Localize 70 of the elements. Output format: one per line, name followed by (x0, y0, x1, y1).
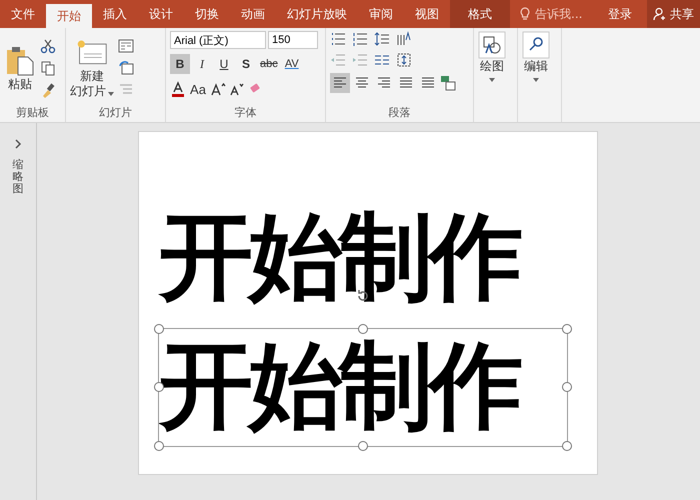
search-icon (522, 31, 550, 59)
bullets-icon[interactable] (330, 31, 346, 47)
resize-handle[interactable] (562, 382, 572, 392)
share-button[interactable]: 共享 (647, 0, 700, 28)
caret-icon (108, 92, 114, 96)
ribbon-tab[interactable]: 格式 (450, 0, 510, 28)
format-button[interactable]: S (236, 54, 256, 74)
resize-handle[interactable] (358, 440, 368, 451)
person-add-icon (653, 7, 667, 21)
layout-icon[interactable] (118, 38, 134, 54)
caret-icon (533, 78, 539, 82)
resize-handle[interactable] (154, 440, 164, 451)
numbering-icon[interactable] (352, 31, 368, 47)
font-name-field[interactable]: Arial (正文) (170, 31, 266, 49)
align-lines-icon (333, 76, 347, 90)
font-color-icon[interactable] (170, 81, 186, 97)
ribbon-tab[interactable]: 设计 (138, 0, 184, 28)
tell-me-field[interactable]: 告诉我... (535, 7, 597, 21)
paste-button[interactable]: 粘贴 (4, 44, 36, 92)
slide-text[interactable]: 开始制作 (159, 202, 567, 315)
new-slide-button[interactable]: 新建 幻灯片 (70, 37, 114, 99)
align-lines-icon (355, 76, 369, 90)
clipboard-icon (4, 44, 36, 76)
resize-handle[interactable] (562, 324, 572, 334)
resize-handle[interactable] (358, 324, 368, 334)
slide-text[interactable]: 开始制作 (159, 330, 567, 444)
ribbon-tab[interactable]: 切换 (184, 0, 230, 28)
ribbon-tab[interactable]: 视图 (404, 0, 450, 28)
align-button[interactable] (330, 73, 350, 93)
ribbon-tab[interactable]: 审阅 (358, 0, 404, 28)
group-label: 字体 (234, 105, 258, 120)
group-label: 幻灯片 (98, 105, 133, 120)
smartart-icon[interactable] (440, 75, 456, 91)
format-button[interactable]: AV (282, 54, 302, 74)
ribbon-tab[interactable]: 幻灯片放映 (276, 0, 358, 28)
align-lines-icon (421, 76, 435, 90)
caret-icon (489, 78, 495, 82)
sign-in-button[interactable]: 登录 (600, 0, 640, 28)
format-button[interactable]: B (170, 54, 190, 74)
ribbon-tab[interactable]: 开始 (46, 4, 92, 28)
line-spacing-icon[interactable] (374, 31, 390, 47)
group-label: 剪贴板 (15, 105, 50, 120)
shrink-font-icon[interactable] (228, 81, 244, 97)
chevron-right-icon[interactable] (14, 139, 22, 149)
resize-handle[interactable] (562, 440, 572, 451)
format-button[interactable]: I (192, 54, 212, 74)
resize-handle[interactable] (154, 324, 164, 334)
thumbnails-label[interactable]: 缩略图 (12, 159, 24, 196)
change-case-button[interactable]: Aa (188, 79, 208, 99)
format-button[interactable]: U (214, 54, 234, 74)
align-lines-icon (377, 76, 391, 90)
font-size-field[interactable]: 150 (268, 31, 318, 49)
editing-button[interactable]: 编辑 (522, 31, 550, 82)
format-button[interactable]: abc (258, 54, 280, 74)
scissors-icon[interactable] (40, 38, 56, 54)
brush-icon[interactable] (40, 82, 56, 98)
ribbon-tab[interactable]: 动画 (230, 0, 276, 28)
copy-icon[interactable] (40, 60, 56, 76)
text-direction-icon[interactable] (396, 31, 412, 47)
align-lines-icon (399, 76, 413, 90)
rotate-handle-icon[interactable] (356, 288, 370, 303)
reset-icon[interactable] (118, 60, 134, 76)
shapes-icon (478, 31, 506, 59)
ribbon-tab[interactable]: 插入 (92, 0, 138, 28)
ribbon-tab[interactable]: 文件 (0, 0, 46, 28)
group-label: 段落 (388, 105, 412, 120)
grow-font-icon[interactable] (210, 81, 226, 97)
drawing-button[interactable]: 绘图 (478, 31, 506, 82)
align-text-icon[interactable] (396, 52, 412, 68)
lightbulb-icon (518, 7, 532, 21)
